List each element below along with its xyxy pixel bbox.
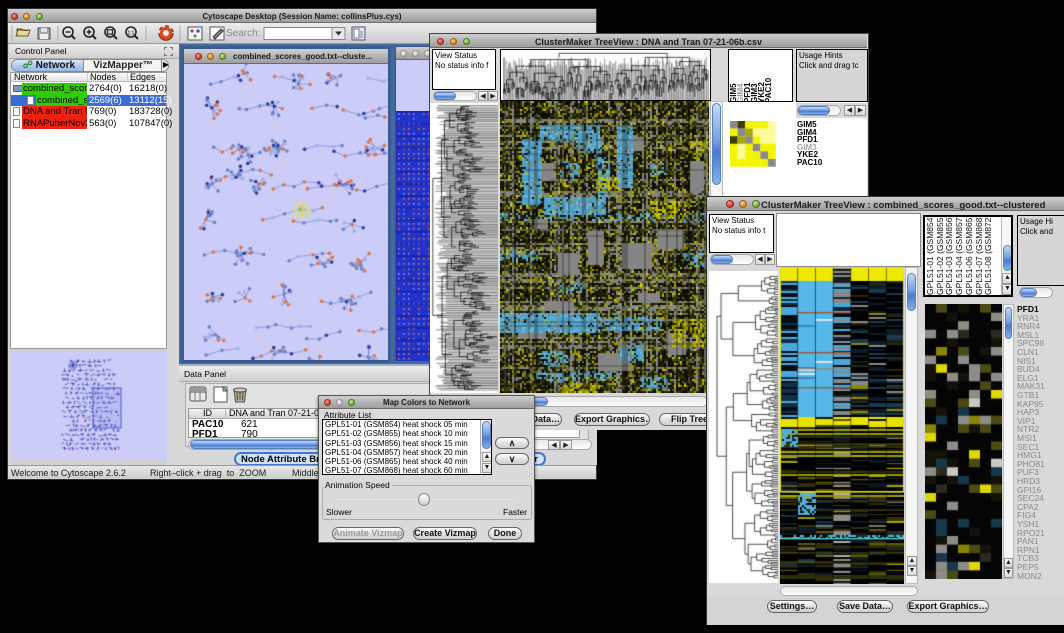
svg-text:1:1: 1:1 [128,31,135,37]
svg-text:Search:: Search: [226,28,260,39]
